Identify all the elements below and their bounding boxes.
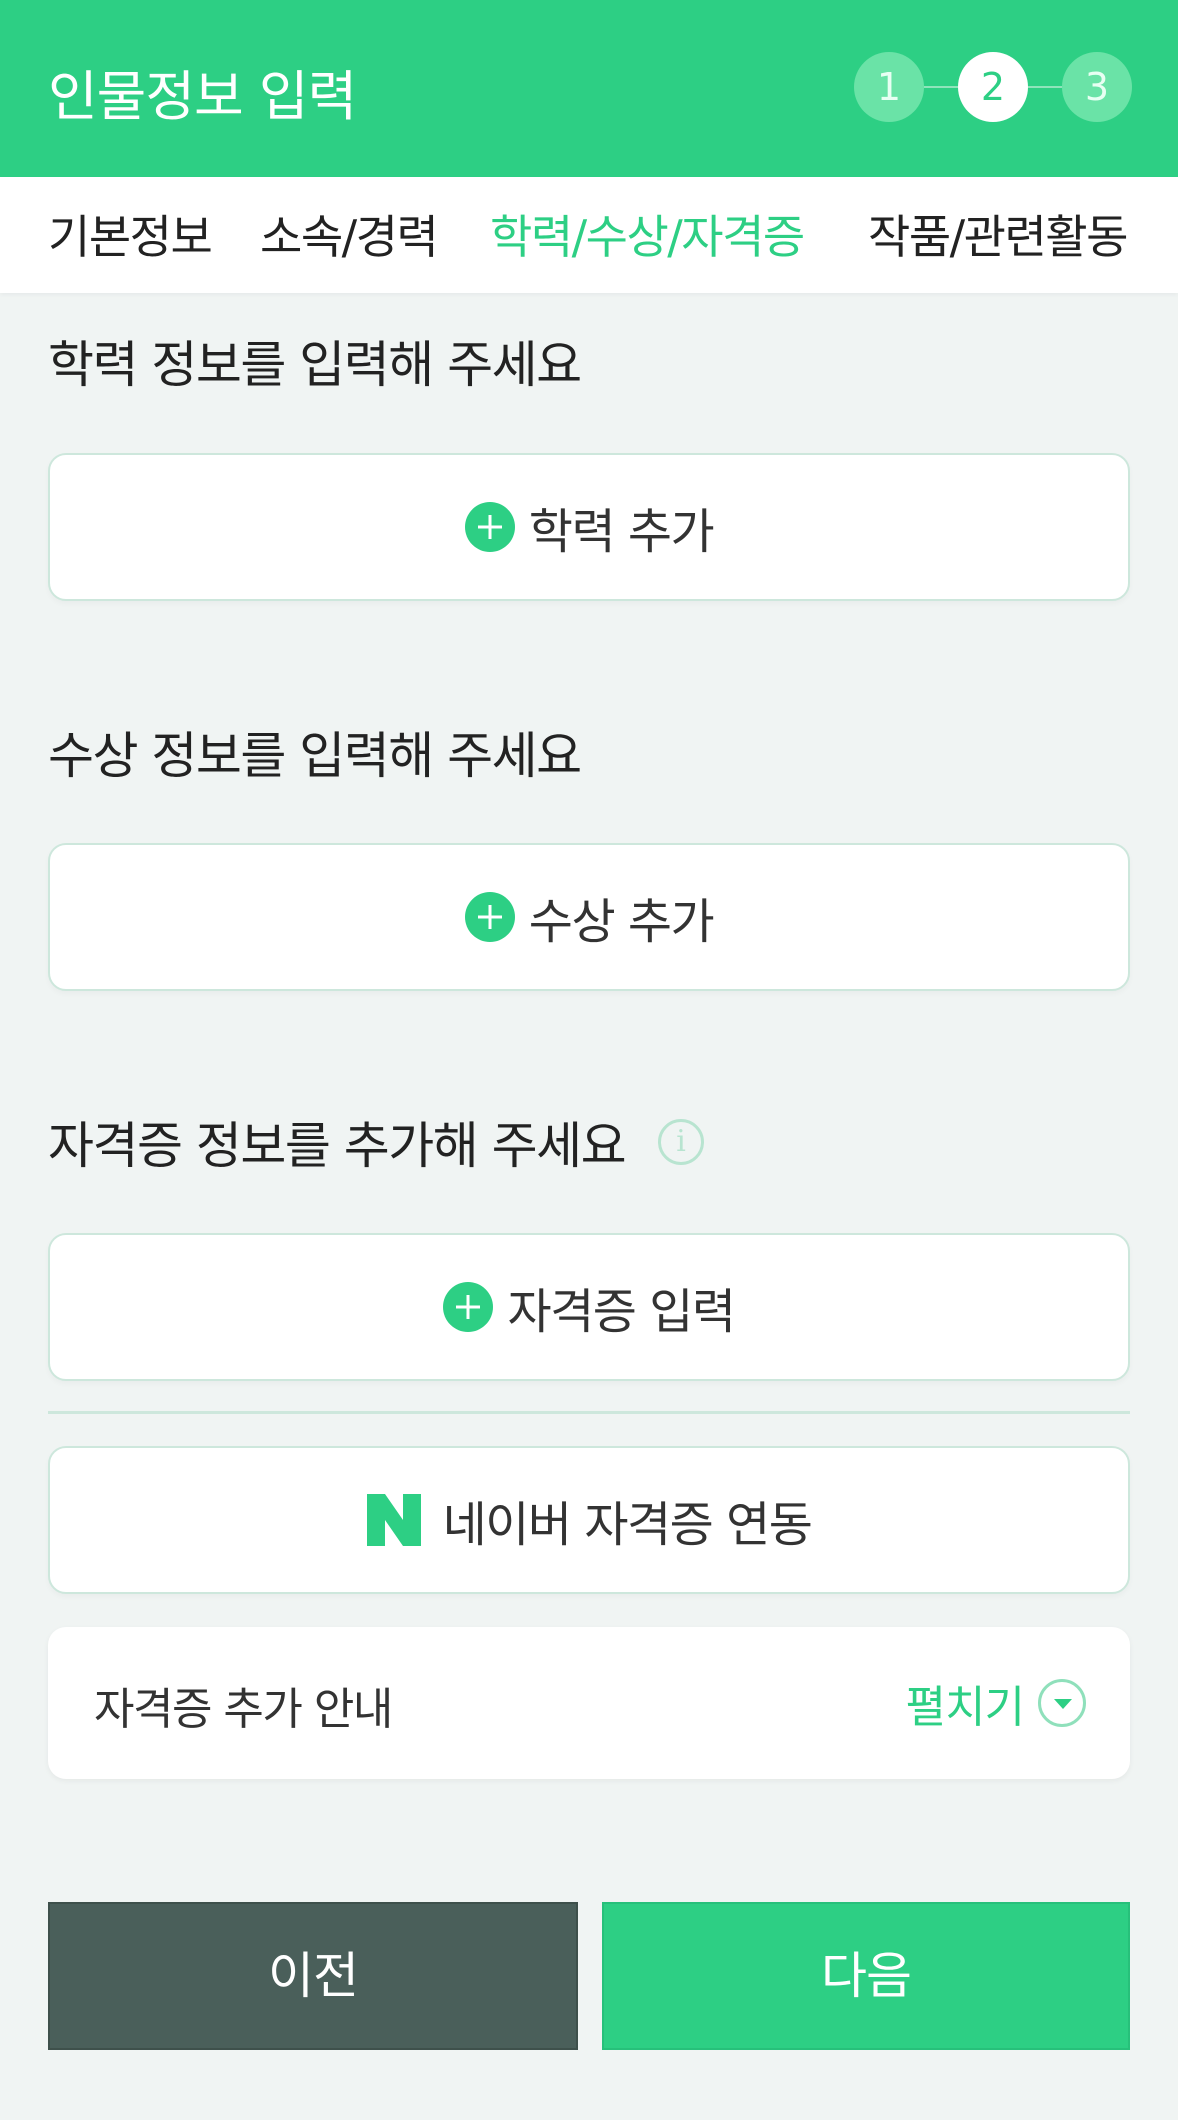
add-certificate-button[interactable]: 자격증 입력: [48, 1233, 1130, 1381]
divider: [48, 1411, 1130, 1414]
add-education-label: 학력 추가: [528, 504, 715, 560]
expand-toggle[interactable]: 펼치기: [906, 1671, 1086, 1735]
certificate-guide-panel: 자격증 추가 안내 펼치기: [48, 1627, 1130, 1779]
plus-circle-icon: [464, 502, 515, 552]
info-icon[interactable]: i: [658, 1119, 704, 1165]
tab-works-activities[interactable]: 작품/관련활동: [868, 201, 1128, 267]
tab-affiliation-career[interactable]: 소속/경력: [260, 201, 439, 267]
certificates-section-title: 자격증 정보를 추가해 주세요: [48, 1117, 627, 1175]
add-education-button[interactable]: 학력 추가: [48, 453, 1130, 601]
naver-n-icon: [366, 1494, 421, 1546]
step-indicator: 1 2 3: [854, 52, 1132, 122]
step-3: 3: [1062, 52, 1132, 122]
naver-certificate-link-label: 네이버 자격증 연동: [442, 1497, 813, 1553]
tab-basic-info[interactable]: 기본정보: [48, 201, 213, 267]
education-section-title: 학력 정보를 입력해 주세요: [48, 336, 582, 394]
step-2-active: 2: [958, 52, 1028, 122]
naver-certificate-link-button[interactable]: 네이버 자격증 연동: [48, 1446, 1130, 1594]
step-connector: [1028, 86, 1062, 88]
next-button[interactable]: 다음: [602, 1902, 1130, 2050]
step-1: 1: [854, 52, 924, 122]
add-award-button[interactable]: 수상 추가: [48, 843, 1130, 991]
prev-button[interactable]: 이전: [48, 1902, 578, 2050]
app-header: 인물정보 입력 1 2 3: [0, 0, 1178, 177]
plus-circle-icon: [443, 1282, 494, 1332]
step-connector: [924, 86, 958, 88]
chevron-down-circle-icon: [1038, 1679, 1086, 1727]
page-title: 인물정보 입력: [48, 65, 357, 128]
add-award-label: 수상 추가: [528, 894, 715, 950]
tab-bar: 기본정보 소속/경력 학력/수상/자격증 작품/관련활동: [0, 177, 1178, 293]
certificate-guide-label: 자격증 추가 안내: [94, 1684, 393, 1735]
awards-section-title: 수상 정보를 입력해 주세요: [48, 727, 582, 785]
add-certificate-label: 자격증 입력: [507, 1284, 736, 1340]
plus-circle-icon: [464, 892, 515, 942]
expand-label: 펼치기: [905, 1682, 1025, 1733]
tab-education-awards-certificates[interactable]: 학력/수상/자격증: [490, 201, 805, 267]
